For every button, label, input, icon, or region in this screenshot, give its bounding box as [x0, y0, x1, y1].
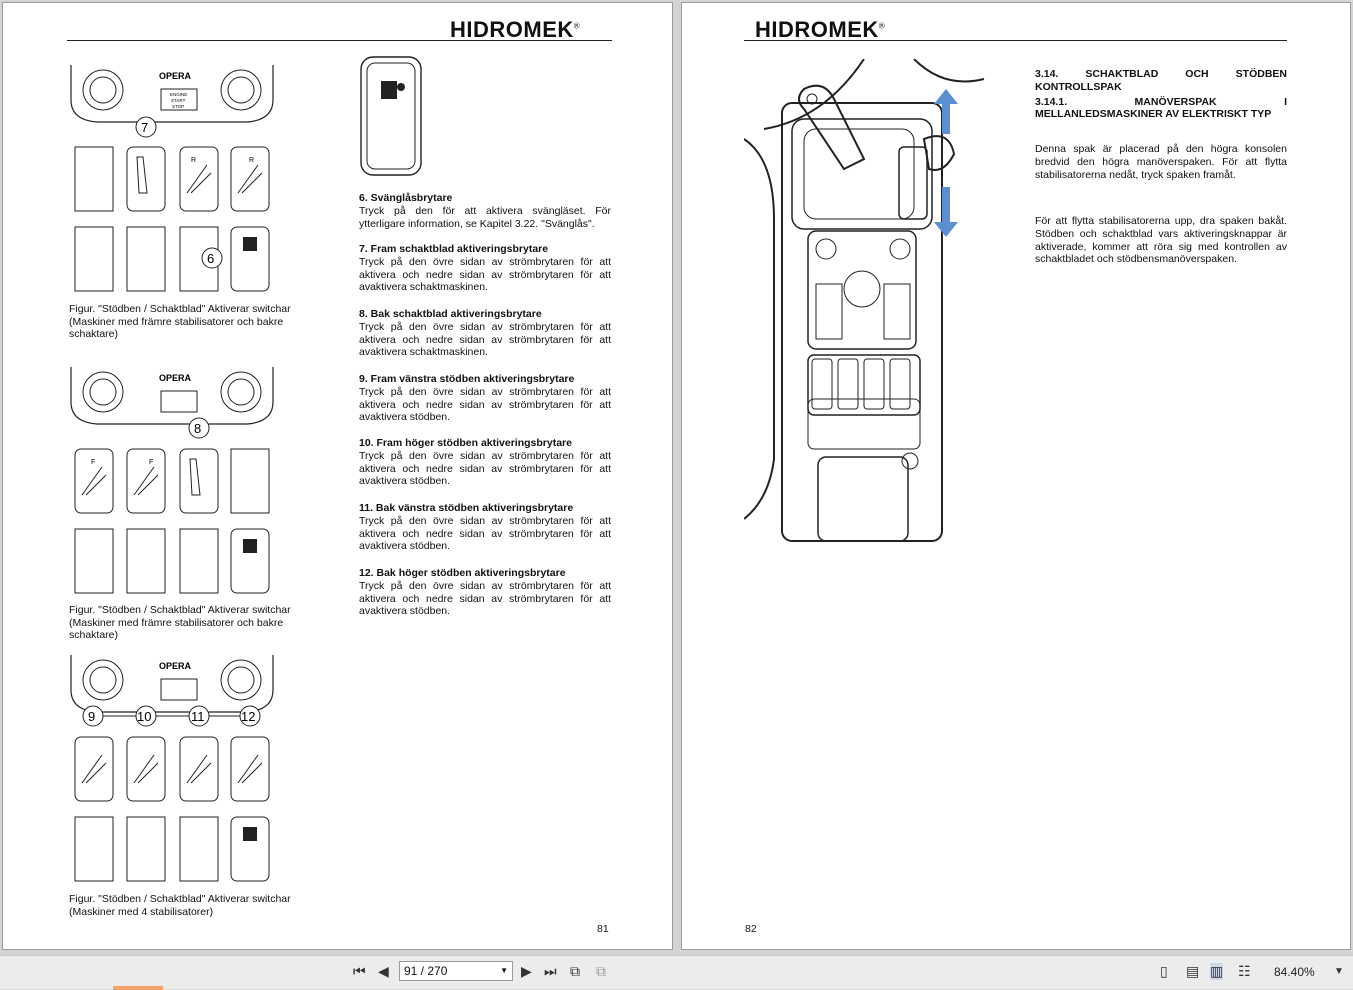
page-81: HIDROMEK® OPERA ENGINE START STOP 7 R R — [2, 2, 673, 950]
first-page-icon[interactable]: ⏮ — [353, 963, 366, 980]
section-body: Tryck på den övre sidan av strömbrytaren… — [359, 320, 611, 359]
section-body: Tryck på den övre sidan av strömbrytaren… — [359, 385, 611, 424]
viewer-toolbar: ⏮ ◀ 91 / 270 ▼ ▶ ⏭ ⧉ ⧉ ▯ ▤ ▥ ☷ 84.40% ▼ — [0, 955, 1353, 990]
figure-3-caption: Figur. "Stödben / Schaktblad" Aktiverar … — [69, 893, 291, 918]
two-page-view-icon[interactable]: ▥ — [1210, 963, 1224, 980]
switch-figure-3: OPERA 9 10 11 12 — [70, 655, 274, 882]
paragraph-1: Denna spak är placerad på den högra kons… — [1035, 143, 1287, 181]
caption-line: (Maskiner med främre stabilisatorer och … — [69, 315, 284, 328]
section-body: Tryck på den övre sidan av strömbrytaren… — [359, 514, 611, 553]
section-body: Tryck på den övre sidan av strömbrytaren… — [359, 255, 611, 294]
chevron-down-icon[interactable]: ▼ — [500, 962, 508, 980]
callout-9-label: 9 — [88, 709, 95, 724]
page-82: HIDROMEK® 3.14. SCHAKTBLAD OCH STÖDBEN K… — [681, 2, 1351, 950]
engine-label: ENGINE — [170, 92, 187, 97]
opera-label: OPERA — [159, 71, 192, 81]
figure-1-caption: Figur. "Stödben / Schaktblad" Aktiverar … — [69, 303, 291, 341]
section-6: 6. Svänglåsbrytare Tryck på den för att … — [359, 192, 611, 230]
switch-figure-2: OPERA 8 F F — [70, 367, 274, 594]
zoom-level[interactable]: 84.40% — [1274, 965, 1315, 979]
opera-label: OPERA — [159, 661, 192, 671]
section-11: 11. Bak vänstra stödben aktiveringsbryta… — [359, 502, 611, 553]
caption-line: schaktare) — [69, 328, 119, 340]
copy-page-icon[interactable]: ⧉ — [596, 963, 606, 980]
stop-label: STOP — [172, 104, 184, 109]
document-viewer: HIDROMEK® OPERA ENGINE START STOP 7 R R — [0, 0, 1353, 955]
caption-line: (Maskiner med 4 stabilisatorer) — [69, 905, 214, 918]
section-title: 6. Svänglåsbrytare — [359, 192, 453, 204]
section-9: 9. Fram vänstra stödben aktiveringsbryta… — [359, 373, 611, 424]
caption-line: Figur. "Stödben / Schaktblad" Aktiverar … — [69, 893, 291, 905]
page-number-field[interactable]: 91 / 270 ▼ — [399, 961, 513, 981]
fit-page-icon[interactable]: ⧉ — [570, 963, 580, 980]
control-console-illustration — [744, 59, 985, 542]
section-body: Tryck på den övre sidan av strömbrytaren… — [359, 449, 611, 488]
section-heading: 3.14. SCHAKTBLAD OCH STÖDBEN KONTROLLSPA… — [1035, 68, 1287, 121]
callout-12-label: 12 — [241, 709, 255, 724]
swing-lock-icon — [243, 237, 257, 251]
callout-8-label: 8 — [194, 421, 201, 436]
f-label: F — [91, 459, 95, 466]
caption-line: (Maskiner med främre stabilisatorer och … — [69, 616, 284, 629]
page-field-value: 91 / 270 — [404, 964, 448, 978]
section-body: Tryck på den för att aktivera svängläset… — [359, 204, 611, 230]
opera-label: OPERA — [159, 373, 192, 383]
switch-figure-1: OPERA ENGINE START STOP 7 R R 6 — [70, 65, 274, 292]
callout-11-label: 11 — [191, 709, 205, 724]
section-12: 12. Bak höger stödben aktiveringsbrytare… — [359, 567, 611, 618]
scroll-indicator — [113, 986, 163, 990]
page-number: 82 — [745, 923, 757, 935]
start-label: START — [171, 98, 186, 103]
section-title: 8. Bak schaktblad aktiveringsbrytare — [359, 308, 542, 320]
section-7: 7. Fram schaktblad aktiveringsbrytare Tr… — [359, 243, 611, 294]
prev-page-icon[interactable]: ◀ — [378, 963, 389, 980]
f-label: F — [149, 459, 153, 466]
heading-3-14-1: 3.14.1. MANÖVERSPAK I MELLANLEDSMASKINER… — [1035, 95, 1287, 121]
caption-line: Figur. "Stödben / Schaktblad" Aktiverar … — [69, 604, 291, 616]
callout-7-label: 7 — [141, 120, 148, 135]
next-page-icon[interactable]: ▶ — [521, 963, 532, 980]
section-title: 9. Fram vänstra stödben aktiveringsbryta… — [359, 373, 575, 385]
header-rule — [744, 40, 1287, 41]
caption-line: Figur. "Stödben / Schaktblad" Aktiverar … — [69, 303, 291, 315]
swing-lock-icon — [381, 81, 397, 99]
callout-6-label: 6 — [207, 251, 214, 266]
zoom-dropdown-icon[interactable]: ▼ — [1334, 966, 1344, 977]
header-rule — [67, 40, 612, 41]
page-number: 81 — [597, 923, 609, 935]
heading-3-14: 3.14. SCHAKTBLAD OCH STÖDBEN KONTROLLSPA… — [1035, 68, 1287, 93]
swing-lock-icon — [243, 539, 257, 553]
section-body: Tryck på den övre sidan av strömbrytaren… — [359, 579, 611, 618]
caption-line: schaktare) — [69, 629, 119, 641]
figure-2-caption: Figur. "Stödben / Schaktblad" Aktiverar … — [69, 604, 291, 642]
paragraph-2: För att flytta stabilisatorerna upp, dra… — [1035, 215, 1287, 266]
single-page-view-icon[interactable]: ▯ — [1160, 963, 1168, 980]
arrow-up-icon — [934, 89, 958, 134]
section-title: 12. Bak höger stödben aktiveringsbrytare — [359, 567, 566, 579]
section-8: 8. Bak schaktblad aktiveringsbrytare Try… — [359, 308, 611, 359]
swing-lock-switch-illustration — [360, 56, 422, 176]
section-title: 7. Fram schaktblad aktiveringsbrytare — [359, 243, 549, 255]
r-label: R — [191, 157, 196, 164]
continuous-view-icon[interactable]: ▤ — [1186, 963, 1199, 980]
two-page-continuous-icon[interactable]: ☷ — [1238, 963, 1251, 980]
callout-10-label: 10 — [137, 709, 151, 724]
section-title: 11. Bak vänstra stödben aktiveringsbryta… — [359, 502, 574, 514]
r-label: R — [249, 157, 254, 164]
last-page-icon[interactable]: ⏭ — [544, 963, 557, 980]
section-title: 10. Fram höger stödben aktiveringsbrytar… — [359, 437, 572, 449]
arrow-down-icon — [934, 187, 958, 237]
section-10: 10. Fram höger stödben aktiveringsbrytar… — [359, 437, 611, 488]
swing-lock-icon — [243, 827, 257, 841]
